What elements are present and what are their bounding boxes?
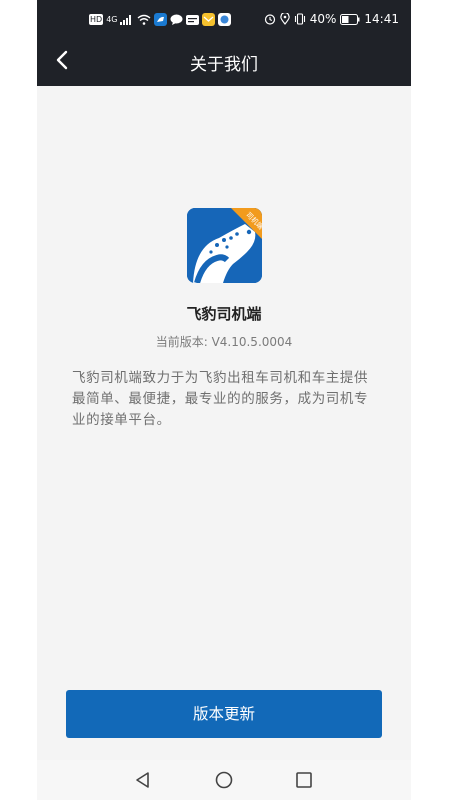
signal-icon [120, 15, 132, 25]
status-icons-right: 40% 14:41 [264, 12, 399, 26]
location-icon [279, 13, 290, 25]
app-description: 飞豹司机端致力于为飞豹出租车司机和车主提供最简单、最便捷，最专业的的服务，成为司… [72, 370, 369, 428]
app-version: 当前版本: V4.10.5.0004 [37, 333, 411, 350]
page-title: 关于我们 [190, 55, 258, 75]
battery-percent: 40% [309, 12, 337, 26]
battery-icon [340, 13, 360, 25]
clock: 14:41 [364, 12, 399, 26]
app-header: HD 4G 40% 14:41 关于我们 [37, 0, 411, 86]
version-update-button[interactable]: 版本更新 [66, 690, 382, 738]
title-bar: 关于我们 [37, 40, 411, 84]
app-notification-icon [154, 13, 168, 26]
app-logo-icon: 司机端 [187, 208, 262, 283]
alarm-icon [264, 14, 275, 25]
app-name: 飞豹司机端 [186, 305, 262, 323]
mail-icon [202, 13, 216, 26]
version-label: 当前版本: [155, 335, 208, 349]
wifi-icon [138, 14, 151, 25]
status-bar: HD 4G 40% 14:41 [37, 8, 411, 34]
hd-icon: HD [89, 14, 104, 25]
chat-icon [170, 14, 183, 25]
version-value: V4.10.5.0004 [211, 335, 293, 349]
nav-back-icon[interactable] [133, 770, 153, 790]
card-icon [186, 14, 200, 25]
4g-icon: 4G [106, 15, 118, 24]
nav-home-icon[interactable] [214, 770, 234, 790]
system-nav-bar [37, 760, 411, 800]
browser-icon [218, 13, 232, 26]
status-icons-left: HD 4G [89, 13, 232, 26]
about-screen: HD 4G 40% 14:41 关于我们 司机端 飞豹司机端 当前版本: V4.… [37, 0, 411, 800]
vibrate-icon [294, 13, 305, 25]
nav-recents-icon[interactable] [294, 770, 314, 790]
